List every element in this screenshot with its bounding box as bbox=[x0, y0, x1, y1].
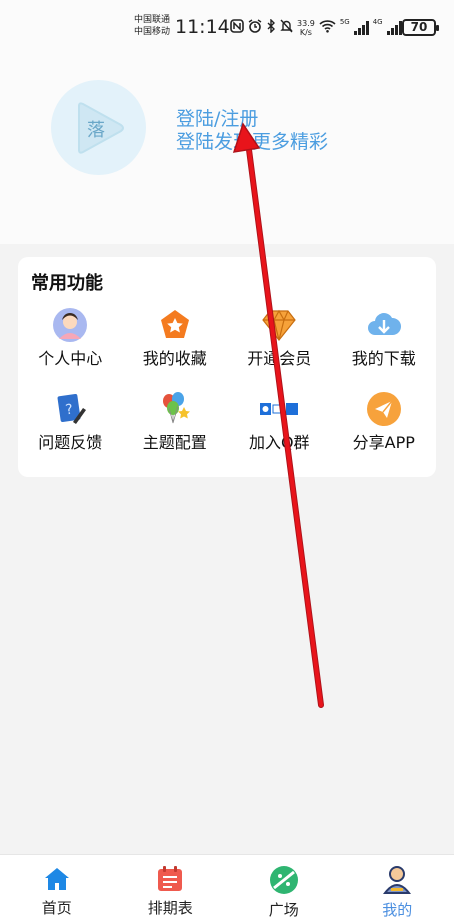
home-icon bbox=[42, 865, 72, 893]
bluetooth-icon bbox=[266, 18, 276, 37]
diamond-icon bbox=[260, 307, 298, 343]
avatar-icon bbox=[51, 307, 89, 343]
star-icon bbox=[156, 307, 194, 343]
carrier-info: 中国联通 中国移动 bbox=[134, 14, 170, 38]
carrier-1: 中国联通 bbox=[134, 15, 171, 25]
qq-group-icon bbox=[260, 391, 299, 427]
status-icons: 33.9 K/s 5G 4G bbox=[230, 17, 402, 39]
tab-plaza[interactable]: 广场 bbox=[227, 855, 341, 918]
tab-label: 广场 bbox=[268, 901, 299, 918]
battery-indicator: 70 bbox=[402, 19, 439, 36]
my-favorites-button[interactable]: 我的收藏 bbox=[123, 307, 228, 391]
tab-home[interactable]: 首页 bbox=[0, 855, 114, 918]
nfc-icon bbox=[230, 19, 244, 37]
calendar-icon bbox=[155, 865, 185, 893]
tab-label: 排期表 bbox=[147, 899, 193, 917]
tab-label: 首页 bbox=[41, 899, 72, 917]
clock: 11:14 bbox=[175, 16, 230, 38]
network-type-1: 5G bbox=[339, 18, 350, 26]
function-label: 主题配置 bbox=[142, 433, 207, 452]
plaza-icon bbox=[269, 865, 299, 895]
wifi-icon bbox=[319, 19, 336, 37]
common-functions-card: 常用功能 个人中心 我的收藏 开通会员 我的下载 ? 问题反馈 主题配置 加入Q… bbox=[18, 257, 436, 477]
tab-label: 我的 bbox=[382, 901, 413, 918]
network-type-2: 4G bbox=[372, 18, 383, 26]
function-grid: 个人中心 我的收藏 开通会员 我的下载 ? 问题反馈 主题配置 加入Q群 分享A… bbox=[18, 307, 436, 475]
tab-mine[interactable]: 我的 bbox=[341, 855, 454, 918]
personal-center-button[interactable]: 个人中心 bbox=[18, 307, 123, 391]
function-label: 开通会员 bbox=[247, 349, 312, 368]
section-title: 常用功能 bbox=[31, 273, 103, 294]
feedback-button[interactable]: ? 问题反馈 bbox=[18, 391, 123, 475]
network-speed: 33.9 K/s bbox=[297, 19, 315, 37]
mute-icon bbox=[280, 19, 293, 37]
login-subtitle[interactable]: 登陆发现更多精彩 bbox=[176, 127, 328, 154]
signal-bars-2-icon bbox=[386, 21, 402, 35]
app-logo[interactable]: 落 bbox=[51, 80, 146, 175]
tab-schedule[interactable]: 排期表 bbox=[114, 855, 228, 918]
function-label: 分享APP bbox=[352, 433, 415, 452]
user-icon bbox=[382, 865, 412, 895]
function-label: 加入Q群 bbox=[248, 433, 310, 452]
my-downloads-button[interactable]: 我的下载 bbox=[332, 307, 437, 391]
function-label: 个人中心 bbox=[38, 349, 103, 368]
profile-header: 落 登陆/注册 登陆发现更多精彩 bbox=[0, 56, 454, 244]
carrier-2: 中国移动 bbox=[134, 27, 171, 37]
function-label: 我的下载 bbox=[351, 349, 416, 368]
play-logo-icon: 落 bbox=[77, 101, 124, 154]
theme-settings-button[interactable]: 主题配置 bbox=[123, 391, 228, 475]
balloons-icon bbox=[156, 391, 194, 427]
function-label: 我的收藏 bbox=[142, 349, 207, 368]
status-bar: 中国联通 中国移动 11:14 33.9 K/s 5G 4G 70 bbox=[0, 0, 454, 56]
signal-bars-1-icon bbox=[353, 21, 369, 35]
vip-membership-button[interactable]: 开通会员 bbox=[227, 307, 332, 391]
function-label: 问题反馈 bbox=[38, 433, 103, 452]
bottom-nav: 首页 排期表 广场 我的 bbox=[0, 854, 454, 918]
cloud-download-icon bbox=[365, 307, 403, 343]
logo-text: 落 bbox=[87, 120, 105, 141]
join-qq-group-button[interactable]: 加入Q群 bbox=[227, 391, 332, 475]
share-icon bbox=[365, 391, 403, 427]
feedback-icon: ? bbox=[51, 391, 89, 427]
share-app-button[interactable]: 分享APP bbox=[332, 391, 437, 475]
alarm-icon bbox=[248, 19, 262, 37]
